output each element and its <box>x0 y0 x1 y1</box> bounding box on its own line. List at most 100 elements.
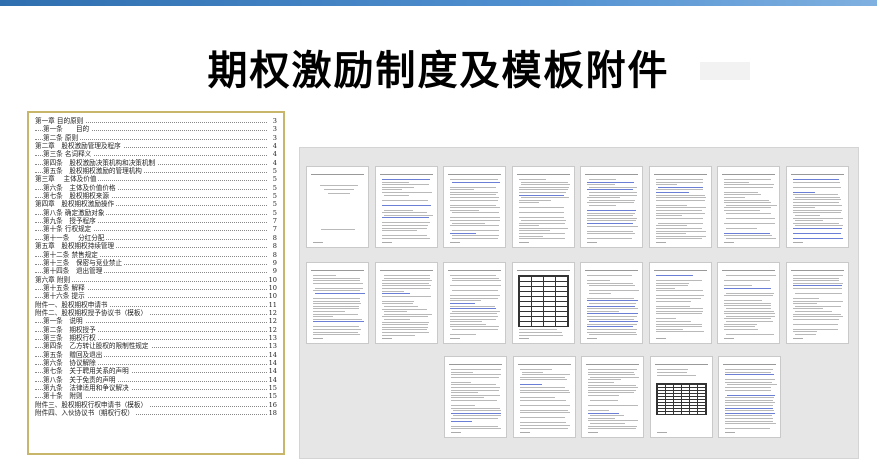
thumbnail-line <box>727 394 775 396</box>
thumbnail-line <box>724 232 770 234</box>
thumbnail-line <box>726 275 777 276</box>
page-thumbnail-page-15[interactable] <box>717 262 780 344</box>
thumbnail-line <box>655 210 703 211</box>
thumbnail-line <box>724 184 775 186</box>
toc-entry-page: 4 <box>270 142 277 151</box>
thumbnail-line <box>724 207 771 209</box>
thumbnail-line <box>589 199 636 201</box>
thumbnail-line <box>792 199 841 201</box>
thumbnail-line <box>451 369 501 370</box>
toc-entry: 附件二、股权期权授予协议书（模板） 12 <box>35 308 277 318</box>
thumbnail-line <box>792 285 842 287</box>
thumbnail-line <box>381 295 432 297</box>
page-thumbnail-page-13[interactable] <box>580 262 643 344</box>
toc-entry: 第一章 目的原则 3 <box>35 117 277 126</box>
toc-entry: 第十四条 退出管理 9 <box>35 267 277 276</box>
page-thumbnail-page-3[interactable] <box>443 166 506 248</box>
thumbnail-line <box>588 412 619 414</box>
thumbnail-line <box>450 321 483 323</box>
page-thumbnail-page-4[interactable] <box>511 166 575 248</box>
page-thumbnail-page-5[interactable] <box>580 166 643 248</box>
toc-entry-label: 第十条 行权规定 <box>43 225 94 234</box>
page-thumbnail-page-2[interactable] <box>374 166 438 248</box>
thumbnail-line <box>452 212 500 214</box>
thumbnail-line <box>792 217 843 219</box>
thumbnail-line <box>315 287 363 289</box>
thumbnail-line <box>451 400 498 401</box>
thumbnail-footer <box>724 242 734 243</box>
page-thumbnail-page-19[interactable] <box>581 356 644 438</box>
page-thumbnail-page-7[interactable] <box>717 166 780 248</box>
thumbnail-header-rule <box>449 361 502 365</box>
thumbnail-line <box>519 409 569 411</box>
thumbnail-line <box>655 207 706 209</box>
thumbnail-line <box>587 275 633 276</box>
thumbnail-footer <box>313 242 323 243</box>
toc-entry-label: 第二条 期权授予 <box>43 325 98 334</box>
page-thumbnail-page-16[interactable] <box>785 262 849 344</box>
thumbnail-line <box>655 184 678 186</box>
thumbnail-line <box>587 329 637 330</box>
toc-entry: 第十六条 提示 10 <box>35 292 277 301</box>
thumbnail-line <box>655 238 702 240</box>
thumbnail-line <box>518 332 563 333</box>
page-thumbnail-page-9[interactable] <box>306 262 369 344</box>
thumbnail-line <box>724 197 746 198</box>
thumbnail-line <box>587 238 633 240</box>
thumbnail-line <box>590 415 624 417</box>
toc-entry-page: 5 <box>270 183 277 193</box>
thumbnail-line <box>381 326 428 328</box>
page-thumbnail-page-17[interactable] <box>444 356 507 438</box>
thumbnail-line <box>588 410 609 411</box>
thumbnail-line <box>587 225 638 227</box>
thumbnail-line <box>657 222 704 224</box>
page-thumbnail-page-6[interactable] <box>648 166 712 248</box>
thumbnail-line <box>724 313 775 315</box>
toc-entry: 第四条 乙方转让股权的限制性规定 13 <box>35 342 277 351</box>
thumbnail-line <box>587 197 621 199</box>
page-thumbnail-page-10[interactable] <box>374 262 438 344</box>
thumbnail-line <box>725 379 775 381</box>
toc-entry-label: 第六条 协议解除 <box>43 358 98 367</box>
toc-entry-label: 第五条 股权期权激励的管理机构 <box>43 167 144 176</box>
thumbnail-line <box>587 189 633 191</box>
thumbnail-line <box>588 425 637 427</box>
thumbnail-line <box>792 191 816 193</box>
toc-entry-page: 8 <box>270 242 277 251</box>
toc-entry: 第六条 主体及价值价格 5 <box>35 183 277 193</box>
thumbnail-line <box>519 392 571 394</box>
thumbnail-line <box>451 420 473 422</box>
page-thumbnail-page-21[interactable] <box>718 356 781 438</box>
page-thumbnail-page-8[interactable] <box>785 166 849 248</box>
thumbnail-line <box>724 222 775 224</box>
thumbnail-line <box>794 293 842 294</box>
toc-entry-label: 第十六条 提示 <box>43 292 87 301</box>
thumbnail-header-rule <box>516 267 570 271</box>
thumbnail-line <box>655 235 706 237</box>
thumbnail-line <box>381 184 429 186</box>
toc-entry: 第十一条 分红分配 8 <box>35 233 277 243</box>
thumbnail-line <box>450 225 499 227</box>
thumbnail-line <box>518 189 569 191</box>
thumbnail-line <box>724 179 771 180</box>
thumbnail-footer <box>725 432 735 433</box>
thumbnail-line <box>518 207 564 209</box>
thumbnail-line <box>725 423 776 425</box>
page-thumbnail-page-18[interactable] <box>512 356 576 438</box>
page-thumbnail-page-14[interactable] <box>648 262 712 344</box>
thumbnail-line <box>588 369 638 370</box>
page-thumbnail-page-1[interactable] <box>306 166 369 248</box>
thumbnail-header-rule <box>585 171 638 175</box>
thumbnail-footer <box>519 432 530 433</box>
thumbnail-line <box>655 217 703 219</box>
toc-entry-page: 8 <box>270 233 277 243</box>
top-accent-bar <box>0 0 877 6</box>
page-thumbnail-page-11[interactable] <box>443 262 506 344</box>
page-thumbnail-page-12[interactable] <box>511 262 575 344</box>
thumbnail-line <box>724 280 771 281</box>
page-thumbnail-page-20[interactable] <box>649 356 713 438</box>
thumbnail-header-rule <box>653 171 707 175</box>
thumbnail-line <box>519 389 569 391</box>
thumbnail-line <box>655 230 707 232</box>
thumbnail-header-rule <box>448 267 501 271</box>
